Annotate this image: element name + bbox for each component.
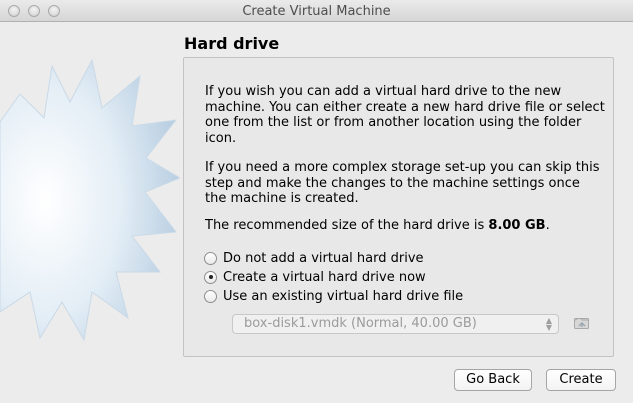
folder-open-icon[interactable] [573, 314, 591, 332]
option-label: Do not add a virtual hard drive [223, 250, 424, 266]
option-existing-hard-drive[interactable]: Use an existing virtual hard drive file [204, 287, 463, 305]
option-no-hard-drive[interactable]: Do not add a virtual hard drive [204, 249, 424, 267]
existing-disk-select[interactable]: box-disk1.vmdk (Normal, 40.00 GB) ▲ ▼ [232, 314, 559, 334]
radio-no-hard-drive[interactable] [204, 251, 217, 265]
radio-existing-hard-drive[interactable] [204, 289, 217, 303]
intro-paragraph: If you wish you can add a virtual hard d… [205, 84, 605, 146]
option-label: Use an existing virtual hard drive file [223, 288, 464, 304]
recommended-size-paragraph: The recommended size of the hard drive i… [205, 218, 605, 234]
option-label: Create a virtual hard drive now [223, 269, 426, 285]
go-back-button[interactable]: Go Back [454, 369, 532, 391]
recommended-size-value: 8.00 GB [488, 218, 546, 233]
window-title: Create Virtual Machine [242, 4, 391, 19]
create-vm-window: Create Virtual Machine Hard drive If you… [0, 0, 633, 403]
create-button[interactable]: Create [546, 369, 616, 391]
existing-disk-value: box-disk1.vmdk (Normal, 40.00 GB) [244, 316, 477, 331]
page-heading: Hard drive [184, 34, 280, 53]
recommended-size-suffix: . [545, 218, 550, 233]
radio-create-hard-drive[interactable] [204, 270, 217, 284]
updown-arrows-icon: ▲ ▼ [545, 316, 552, 332]
option-create-hard-drive[interactable]: Create a virtual hard drive now [204, 268, 426, 286]
starburst-decoration-icon [0, 58, 180, 342]
title-bar[interactable]: Create Virtual Machine [0, 0, 633, 22]
hard-drive-panel: If you wish you can add a virtual hard d… [183, 57, 614, 357]
storage-paragraph: If you need a more complex storage set-u… [205, 160, 600, 206]
recommended-size-prefix: The recommended size of the hard drive i… [205, 218, 489, 233]
